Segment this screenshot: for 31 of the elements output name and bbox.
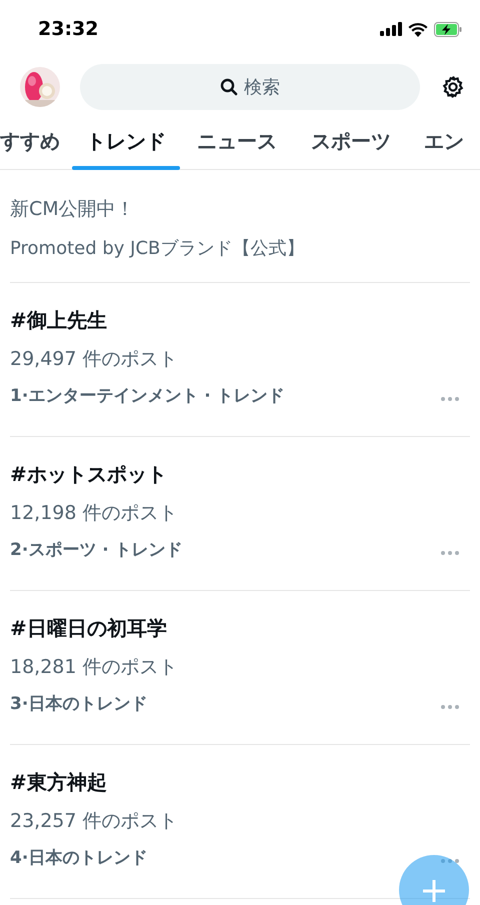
post-count: 18,281 件のポスト: [10, 655, 179, 680]
more-icon[interactable]: [440, 858, 460, 864]
signal-icon: [380, 22, 402, 36]
tab[interactable]: トレンド: [72, 113, 180, 169]
tab[interactable]: エン: [408, 113, 480, 169]
promoted-by-text: Promoted by JCBブランド【公式】: [10, 237, 306, 260]
battery-icon: [434, 22, 462, 36]
more-icon[interactable]: [440, 704, 460, 710]
trend-category: 3·日本のトレンド: [10, 693, 148, 715]
trend-title[interactable]: #日曜日の初耳学: [10, 615, 470, 642]
search-field[interactable]: 検索: [80, 64, 420, 110]
trend-category: 4·日本のトレンド: [10, 847, 148, 869]
trend-title[interactable]: #御上先生: [10, 307, 470, 334]
more-icon[interactable]: [440, 550, 460, 556]
post-count: 23,257 件のポスト: [10, 809, 179, 834]
tab[interactable]: すすめ: [0, 113, 72, 169]
tab[interactable]: スポーツ: [294, 113, 408, 169]
settings-icon[interactable]: [440, 74, 466, 100]
post-count: 29,497 件のポスト: [10, 347, 179, 372]
post-count: 12,198 件のポスト: [10, 501, 179, 526]
trend-title[interactable]: #東方神起: [10, 769, 470, 796]
trend-title[interactable]: #ホットスポット: [10, 461, 470, 488]
promoted-description: 新CM公開中！: [10, 197, 136, 222]
more-icon[interactable]: [440, 396, 460, 402]
tab[interactable]: ニュース: [180, 113, 294, 169]
status-time: 23:32: [38, 18, 98, 40]
trend-category: 1·エンターテインメント · トレンド: [10, 385, 285, 407]
wifi-icon: [408, 22, 428, 36]
trend-category: 2·スポーツ · トレンド: [10, 539, 183, 561]
search-icon: [220, 78, 238, 96]
compose-button[interactable]: [399, 855, 469, 905]
